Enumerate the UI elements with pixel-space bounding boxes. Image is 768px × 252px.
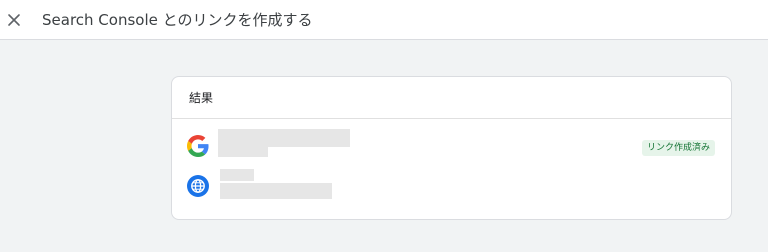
blurred-stream-url bbox=[220, 183, 332, 199]
status-badge: リンク作成済み bbox=[641, 140, 715, 156]
close-icon bbox=[8, 13, 20, 26]
close-button[interactable] bbox=[1, 7, 27, 33]
page-title: Search Console とのリンクを作成する bbox=[42, 11, 313, 29]
card-heading: 結果 bbox=[172, 77, 731, 119]
search-console-property-row bbox=[187, 135, 209, 157]
top-bar: Search Console とのリンクを作成する bbox=[0, 0, 768, 40]
blurred-stream-name bbox=[220, 169, 254, 181]
web-stream-row bbox=[187, 175, 209, 197]
google-g-icon bbox=[187, 135, 209, 157]
blurred-property-detail bbox=[218, 147, 268, 157]
globe-icon bbox=[187, 175, 209, 197]
result-card: 結果 リンク作成済み bbox=[171, 76, 732, 220]
blurred-property-name bbox=[218, 129, 350, 147]
